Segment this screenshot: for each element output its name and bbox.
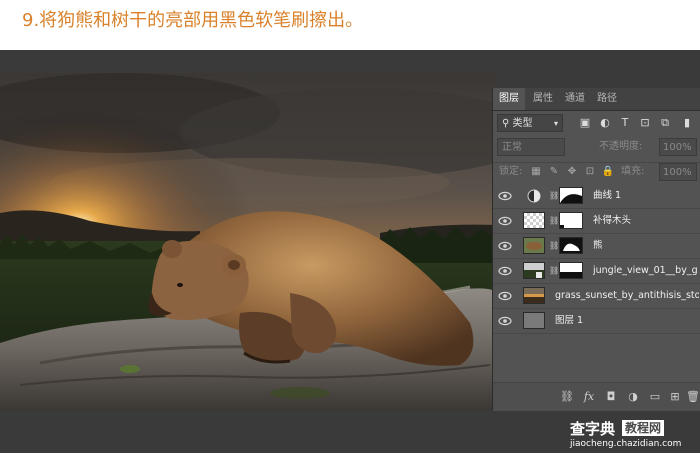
filter-toggle-icon[interactable]: ▮ (679, 115, 695, 131)
layers-bottom-bar: ⛓ fx ◘ ◑ ▭ ⊞ 🗑 (493, 382, 700, 411)
bear-photo (0, 73, 496, 410)
mask-link-icon[interactable]: ⛓ (549, 190, 559, 202)
filter-adjustment-icon[interactable]: ◐ (597, 115, 613, 131)
fill-field[interactable]: 100% (659, 163, 697, 181)
lock-artboard-icon[interactable]: ⊡ (583, 165, 597, 179)
layer-name: 曲线 1 (593, 190, 622, 201)
visibility-eye-icon[interactable] (497, 188, 513, 204)
watermark-main: 查字典 (570, 420, 616, 438)
filter-smart-object-icon[interactable]: ⧉ (657, 115, 673, 131)
mask-link-icon[interactable]: ⛓ (549, 265, 559, 277)
layer-mask-thumbnail[interactable] (559, 212, 583, 229)
lock-row: 锁定: ▦ ✎ ✥ ⊡ 🔒 填充: 100% (493, 162, 700, 183)
filter-pixel-icon[interactable]: ▣ (577, 115, 593, 131)
filter-type-icon[interactable]: T (617, 115, 633, 131)
document-canvas[interactable] (0, 73, 496, 410)
lock-position-icon[interactable]: ✥ (565, 165, 579, 179)
lock-all-icon[interactable]: 🔒 (601, 165, 615, 179)
visibility-eye-icon[interactable] (497, 263, 513, 279)
layer-mask-thumbnail[interactable] (559, 187, 583, 204)
new-layer-icon[interactable]: ⊞ (667, 389, 683, 405)
watermark-box: 教程网 (622, 420, 665, 436)
lock-label: 锁定: (499, 166, 523, 177)
layer-thumbnail[interactable] (523, 237, 545, 254)
filter-kind-select[interactable]: ⚲ 类型 ▾ (497, 114, 563, 132)
filter-shape-icon[interactable]: ⊡ (637, 115, 653, 131)
site-watermark: 查字典 教程网 jiaocheng.chazidian.com (570, 418, 696, 452)
layer-name: 图层 1 (555, 315, 584, 326)
tab-channels[interactable]: 通道 (559, 88, 591, 110)
layer-thumbnail[interactable] (523, 287, 545, 304)
visibility-eye-icon[interactable] (497, 288, 513, 304)
tab-layers[interactable]: 图层 (493, 88, 525, 110)
layer-thumbnail[interactable] (523, 212, 545, 229)
panel-tabs: 图层 属性 通道 路径 (493, 88, 700, 111)
trash-icon[interactable]: 🗑 (685, 389, 700, 405)
layer-thumbnail[interactable] (523, 262, 545, 279)
lock-transparency-icon[interactable]: ▦ (529, 165, 543, 179)
layer-thumbnail[interactable] (523, 312, 545, 329)
chevron-down-icon: ▾ (553, 119, 558, 128)
visibility-eye-icon[interactable] (497, 238, 513, 254)
layer-filter-row: ⚲ 类型 ▾ ▣ ◐ T ⊡ ⧉ ▮ (493, 114, 700, 134)
opacity-label: 不透明度: (599, 141, 643, 152)
tab-properties[interactable]: 属性 (527, 88, 559, 110)
mask-link-icon[interactable]: ⛓ (549, 240, 559, 252)
tab-paths[interactable]: 路径 (591, 88, 623, 110)
add-mask-icon[interactable]: ◘ (603, 389, 619, 405)
filter-kind-value: 类型 (512, 118, 533, 129)
layer-name: grass_sunset_by_antithisis_stock (555, 290, 699, 301)
search-icon: ⚲ (502, 118, 513, 129)
layer-row-grass-sunset[interactable]: grass_sunset_by_antithisis_stock (493, 284, 700, 309)
layer-mask-thumbnail[interactable] (559, 262, 583, 279)
watermark-url: jiaocheng.chazidian.com (570, 439, 682, 449)
layer-row-wood-patch[interactable]: ⛓ 补得木头 (493, 209, 700, 234)
curves-adjustment-icon (527, 189, 541, 203)
fill-label: 填充: (621, 166, 645, 177)
mask-link-icon[interactable]: ⛓ (549, 215, 559, 227)
blend-mode-select[interactable]: 正常 (497, 138, 565, 156)
lock-pixels-icon[interactable]: ✎ (547, 165, 561, 179)
layers-panel: 图层 属性 通道 路径 ⚲ 类型 ▾ ▣ ◐ T ⊡ ⧉ ▮ 正常 不透明度: … (492, 88, 700, 411)
layer-row-curves-1[interactable]: ⛓ 曲线 1 (493, 184, 700, 209)
visibility-eye-icon[interactable] (497, 313, 513, 329)
layer-row-jungle-view[interactable]: ⛓ jungle_view_01__by_gre... (493, 259, 700, 284)
layer-row-layer-1[interactable]: 图层 1 (493, 309, 700, 334)
layer-name: jungle_view_01__by_gre... (593, 265, 697, 276)
layer-name: 熊 (593, 240, 603, 251)
link-icon[interactable]: ⛓ (559, 389, 575, 405)
layer-mask-thumbnail[interactable] (559, 237, 583, 254)
adjustment-icon[interactable]: ◑ (625, 389, 641, 405)
fx-icon[interactable]: fx (581, 389, 597, 405)
blend-mode-value: 正常 (502, 142, 522, 153)
layer-name: 补得木头 (593, 215, 632, 226)
step-caption: 9.将狗熊和树干的亮部用黑色软笔刷擦出。 (22, 10, 364, 31)
opacity-field[interactable]: 100% (659, 138, 697, 156)
folder-icon[interactable]: ▭ (647, 389, 663, 405)
layer-row-bear[interactable]: ⛓ 熊 (493, 234, 700, 259)
visibility-eye-icon[interactable] (497, 213, 513, 229)
blend-row: 正常 不透明度: 100% (493, 138, 700, 158)
